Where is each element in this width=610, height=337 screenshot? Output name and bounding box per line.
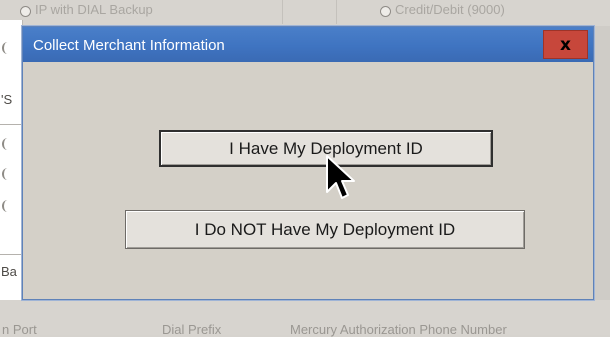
background-text-fragment: 'S: [1, 92, 13, 107]
background-radio-fragment: [2, 168, 13, 180]
dialog-titlebar[interactable]: Collect Merchant Information x: [23, 27, 593, 62]
background-radio-fragment: [2, 42, 13, 54]
radio-credit-debit[interactable]: [380, 6, 391, 17]
background-divider: [282, 0, 283, 24]
dialog-title: Collect Merchant Information: [33, 37, 225, 54]
close-button[interactable]: x: [543, 30, 588, 59]
option-credit-debit-label: Credit/Debit (9000): [395, 2, 505, 17]
background-radio-fragment: [2, 200, 13, 212]
background-radio-fragment: [2, 138, 13, 150]
background-right-panel: [594, 26, 610, 326]
background-top-row: IP with DIAL Backup Credit/Debit (9000): [0, 0, 610, 28]
radio-ip-dial-backup[interactable]: [20, 6, 31, 17]
background-separator: [0, 254, 22, 255]
dialog-client-area: I Have My Deployment ID I Do NOT Have My…: [23, 62, 593, 299]
background-bottom-row: n Port Dial Prefix Mercury Authorization…: [0, 300, 610, 337]
no-deployment-id-button[interactable]: I Do NOT Have My Deployment ID: [125, 210, 525, 249]
background-text-fragment: Ba: [1, 264, 17, 279]
close-icon: x: [560, 34, 571, 55]
background-divider: [336, 0, 337, 24]
option-ip-dial-backup-label: IP with DIAL Backup: [35, 2, 153, 17]
background-separator: [0, 124, 22, 125]
mouse-pointer-icon: [326, 155, 355, 199]
collect-merchant-dialog: Collect Merchant Information x I Have My…: [22, 26, 594, 300]
